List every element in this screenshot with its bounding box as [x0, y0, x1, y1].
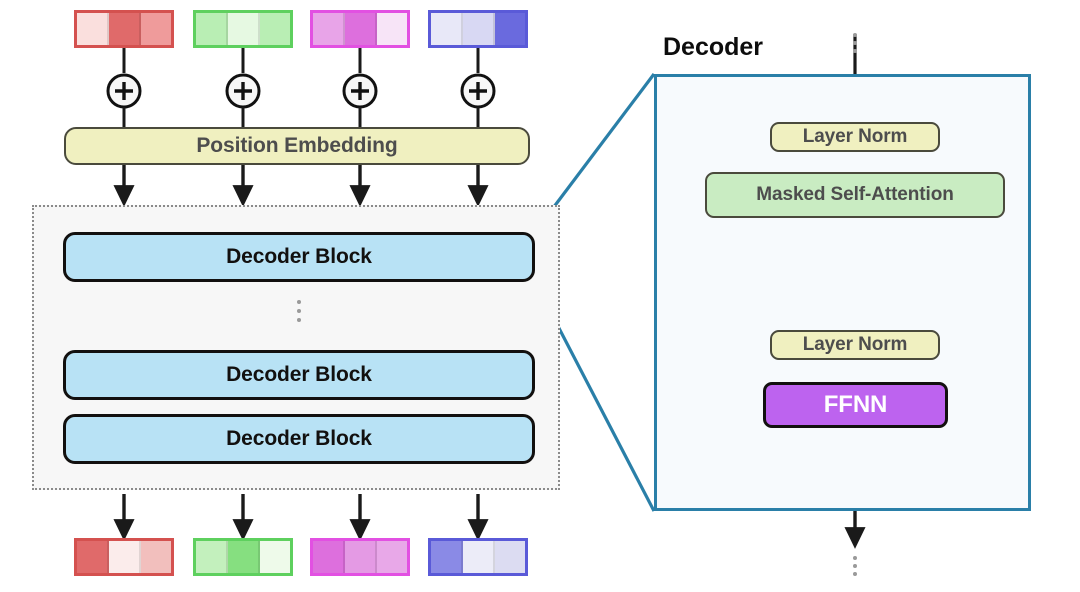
add-node-group-input: [106, 73, 496, 109]
token-cell: [377, 541, 407, 573]
token-cell: [463, 13, 495, 45]
input-to-add-lines: [122, 48, 480, 73]
token-cell: [228, 13, 260, 45]
output-token-3: [310, 538, 410, 576]
decoder-panel-top-ellipsis: [853, 33, 857, 53]
output-token-1: [74, 538, 174, 576]
token-cell: [109, 13, 141, 45]
input-token-2: [193, 10, 293, 48]
token-cell: [313, 541, 345, 573]
token-cell: [141, 13, 171, 45]
ffnn-box[interactable]: FFNN: [763, 382, 948, 428]
token-cell: [431, 541, 463, 573]
add-node-2: [225, 73, 261, 109]
token-cell: [196, 13, 228, 45]
diagram-canvas: Position Embedding Decoder Block Decoder…: [0, 0, 1080, 592]
output-token-4: [428, 538, 528, 576]
input-token-1: [74, 10, 174, 48]
token-cell: [345, 541, 377, 573]
input-token-3: [310, 10, 410, 48]
token-cell: [345, 13, 377, 45]
decoder-block-2[interactable]: Decoder Block: [63, 350, 535, 400]
token-cell: [377, 13, 407, 45]
token-cell: [109, 541, 141, 573]
decoder-stack-ellipsis: [297, 300, 301, 322]
add-to-posembed-lines: [122, 107, 480, 127]
token-cell: [77, 541, 109, 573]
layer-norm-2[interactable]: Layer Norm: [770, 330, 940, 360]
input-token-4: [428, 10, 528, 48]
token-cell: [463, 541, 495, 573]
add-node-3: [342, 73, 378, 109]
token-cell: [495, 13, 525, 45]
token-cell: [313, 13, 345, 45]
output-token-2: [193, 538, 293, 576]
token-cell: [495, 541, 525, 573]
token-cell: [260, 13, 290, 45]
token-cell: [431, 13, 463, 45]
position-embedding-box[interactable]: Position Embedding: [64, 127, 530, 165]
add-node-4: [460, 73, 496, 109]
posembed-to-stack-arrows: [113, 165, 489, 207]
token-cell: [228, 541, 260, 573]
decoder-block-1[interactable]: Decoder Block: [63, 232, 535, 282]
decoder-panel-bottom-ellipsis: [853, 556, 857, 576]
token-cell: [77, 13, 109, 45]
stack-to-output-arrows: [113, 494, 489, 541]
token-cell: [260, 541, 290, 573]
token-cell: [141, 541, 171, 573]
decoder-block-3[interactable]: Decoder Block: [63, 414, 535, 464]
masked-self-attention[interactable]: Masked Self-Attention: [705, 172, 1005, 218]
add-node-1: [106, 73, 142, 109]
layer-norm-1[interactable]: Layer Norm: [770, 122, 940, 152]
decoder-panel-title: Decoder: [663, 33, 764, 61]
token-cell: [196, 541, 228, 573]
